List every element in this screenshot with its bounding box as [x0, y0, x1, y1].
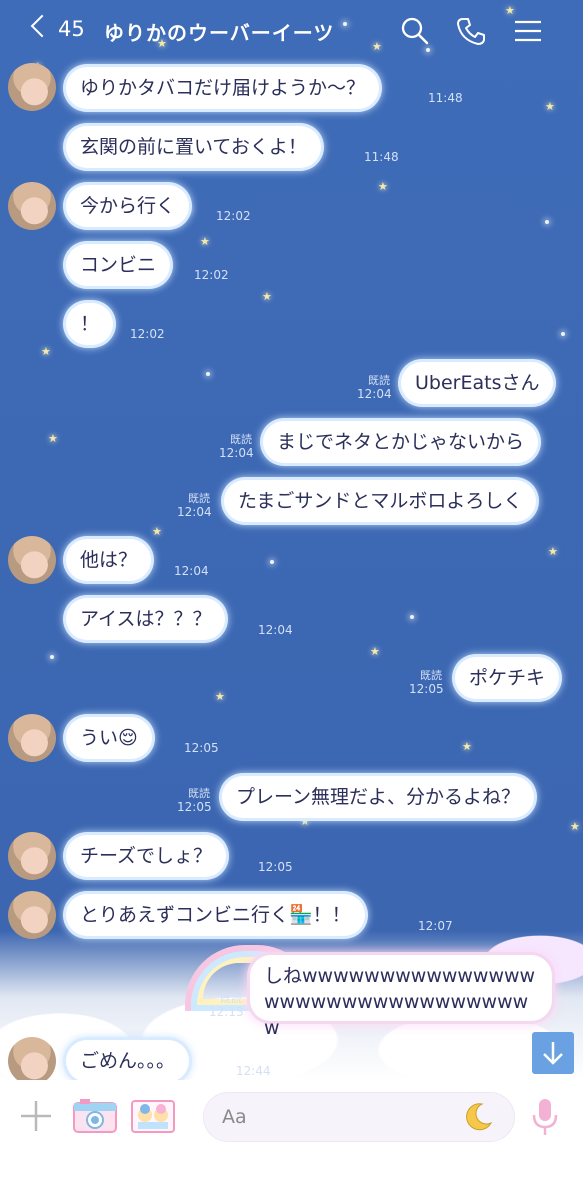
chat-header: 45 ゆりかのウーバーイーツ [0, 0, 583, 62]
hamburger-menu-icon[interactable] [511, 14, 545, 48]
message-time: 12:05 [409, 682, 444, 696]
microphone-icon[interactable] [530, 1097, 560, 1137]
search-icon[interactable] [398, 14, 432, 48]
message-bubble[interactable]: 今から行く [66, 185, 190, 227]
unread-count[interactable]: 45 [58, 17, 85, 41]
moon-emoji-icon[interactable] [462, 1101, 494, 1133]
message-bubble[interactable]: 玄関の前に置いておくよ！ [66, 126, 321, 168]
message-bubble[interactable]: ポケチキ [455, 657, 560, 699]
message-time: 12:05 [184, 741, 219, 755]
message-time: 12:13 [209, 1005, 244, 1019]
chevron-left-icon[interactable] [30, 14, 54, 38]
avatar[interactable] [8, 1037, 56, 1085]
message-time: 11:48 [428, 91, 463, 105]
message-bubble[interactable]: まじでネタとかじゃないから [263, 421, 539, 463]
plus-icon[interactable] [18, 1098, 54, 1134]
message-time: 12:04 [258, 623, 293, 637]
message-bubble[interactable]: ！ [66, 303, 114, 345]
message-bubble[interactable]: ごめん。。。 [66, 1040, 190, 1082]
arrow-down-icon[interactable] [532, 1032, 574, 1074]
avatar[interactable] [8, 714, 56, 762]
message-time: 12:04 [357, 387, 392, 401]
message-time: 12:02 [130, 327, 165, 341]
read-receipt: 既読 [230, 433, 252, 446]
message-time: 12:02 [194, 268, 229, 282]
message-time: 12:07 [418, 919, 453, 933]
read-receipt: 既読 [220, 992, 242, 1005]
message-bubble[interactable]: ゆりかタバコだけ届けようか〜？ [66, 67, 380, 109]
message-bubble[interactable]: うい😌 [66, 717, 152, 759]
avatar[interactable] [8, 536, 56, 584]
scroll-to-bottom-button[interactable] [532, 1032, 574, 1074]
read-receipt: 既読 [420, 669, 442, 682]
message-time: 11:48 [364, 150, 399, 164]
phone-icon[interactable] [454, 14, 488, 48]
avatar[interactable] [8, 182, 56, 230]
camera-icon[interactable] [72, 1098, 118, 1134]
message-time: 12:04 [219, 446, 254, 460]
message-bubble[interactable]: プレーン無理だよ、分かるよね？ [222, 776, 535, 818]
message-time: 12:05 [177, 800, 212, 814]
read-receipt: 既読 [188, 787, 210, 800]
message-bubble[interactable]: しねwwwwwwwwwwwwwwwwwwwwwwwwwwwwwwwww [250, 955, 552, 1039]
message-time: 12:05 [258, 860, 293, 874]
message-bubble[interactable]: チーズでしょ？ [66, 835, 227, 877]
message-bubble[interactable]: とりあえずコンビニ行く🏪！！ [66, 894, 365, 936]
message-time: 12:04 [177, 505, 212, 519]
message-time: 12:44 [236, 1064, 271, 1078]
photo-icon[interactable] [130, 1098, 176, 1134]
message-time: 12:04 [174, 564, 209, 578]
avatar[interactable] [8, 63, 56, 111]
message-bubble[interactable]: コンビニ [66, 244, 171, 286]
message-bubble[interactable]: たまごサンドとマルボロよろしく [224, 480, 537, 522]
message-time: 12:02 [216, 209, 251, 223]
avatar[interactable] [8, 832, 56, 880]
message-bubble[interactable]: 他は？ [66, 539, 152, 581]
read-receipt: 既読 [188, 492, 210, 505]
avatar[interactable] [8, 891, 56, 939]
read-receipt: 既読 [368, 374, 390, 387]
message-bubble[interactable]: アイスは？？？ [66, 598, 226, 640]
chat-title: ゆりかのウーバーイーツ [104, 21, 335, 45]
message-bubble[interactable]: UberEatsさん [401, 362, 554, 404]
